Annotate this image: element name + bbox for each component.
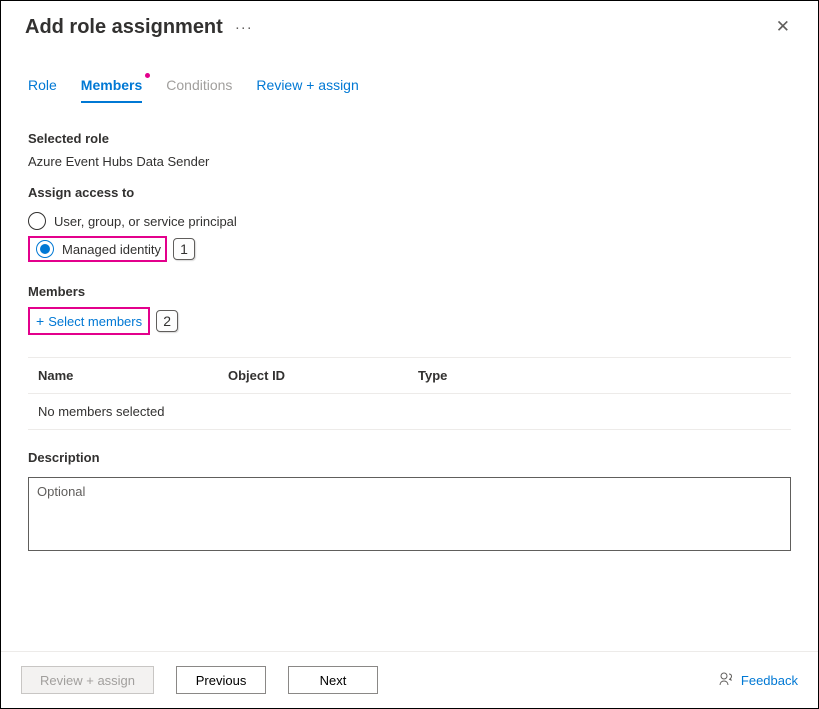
- selected-role-heading: Selected role: [28, 131, 791, 146]
- radio-label-user-group: User, group, or service principal: [54, 214, 237, 229]
- description-heading: Description: [28, 450, 791, 465]
- highlight-managed-identity: Managed identity: [28, 236, 167, 262]
- main-content: Selected role Azure Event Hubs Data Send…: [1, 103, 818, 554]
- members-table: Name Object ID Type No members selected: [28, 357, 791, 430]
- tab-role[interactable]: Role: [28, 77, 57, 103]
- footer-buttons: Review + assign Previous Next: [21, 666, 378, 694]
- next-button[interactable]: Next: [288, 666, 378, 694]
- select-members-label: Select members: [48, 314, 142, 329]
- column-name: Name: [38, 368, 228, 383]
- review-assign-button[interactable]: Review + assign: [21, 666, 154, 694]
- tab-review-assign[interactable]: Review + assign: [256, 77, 358, 103]
- feedback-label: Feedback: [741, 673, 798, 688]
- plus-icon: +: [36, 313, 44, 329]
- radio-managed-identity-row: Managed identity 1: [28, 236, 791, 262]
- select-members-link[interactable]: + Select members: [30, 309, 148, 333]
- table-empty-message: No members selected: [28, 393, 791, 430]
- assign-access-heading: Assign access to: [28, 185, 791, 200]
- column-type: Type: [418, 368, 791, 383]
- feedback-icon: [719, 671, 735, 690]
- feedback-link[interactable]: Feedback: [719, 671, 798, 690]
- column-object-id: Object ID: [228, 368, 418, 383]
- highlight-select-members: + Select members: [28, 307, 150, 335]
- tab-conditions[interactable]: Conditions: [166, 77, 232, 103]
- radio-icon-unchecked: [28, 212, 46, 230]
- callout-badge-1: 1: [173, 238, 195, 260]
- header-left: Add role assignment ···: [25, 16, 253, 39]
- description-textarea[interactable]: [28, 477, 791, 551]
- select-members-row: + Select members 2: [28, 307, 791, 335]
- tab-members-label: Members: [81, 77, 142, 93]
- tab-indicator-dot: [145, 73, 150, 78]
- previous-button[interactable]: Previous: [176, 666, 266, 694]
- table-header-row: Name Object ID Type: [28, 358, 791, 393]
- radio-managed-identity[interactable]: Managed identity: [36, 240, 161, 258]
- footer-bar: Review + assign Previous Next Feedback: [1, 651, 818, 708]
- page-title: Add role assignment: [25, 16, 223, 39]
- members-heading: Members: [28, 284, 791, 299]
- radio-user-group-principal[interactable]: User, group, or service principal: [28, 208, 791, 234]
- tab-members[interactable]: Members: [81, 77, 142, 103]
- tab-bar: Role Members Conditions Review + assign: [1, 49, 818, 103]
- more-icon[interactable]: ···: [235, 19, 253, 36]
- radio-label-managed-identity: Managed identity: [62, 242, 161, 257]
- radio-icon-checked: [36, 240, 54, 258]
- close-icon[interactable]: ✕: [768, 13, 798, 41]
- callout-badge-2: 2: [156, 310, 178, 332]
- selected-role-value: Azure Event Hubs Data Sender: [28, 154, 791, 169]
- page-header: Add role assignment ··· ✕: [1, 1, 818, 49]
- assign-access-radio-group: User, group, or service principal Manage…: [28, 208, 791, 262]
